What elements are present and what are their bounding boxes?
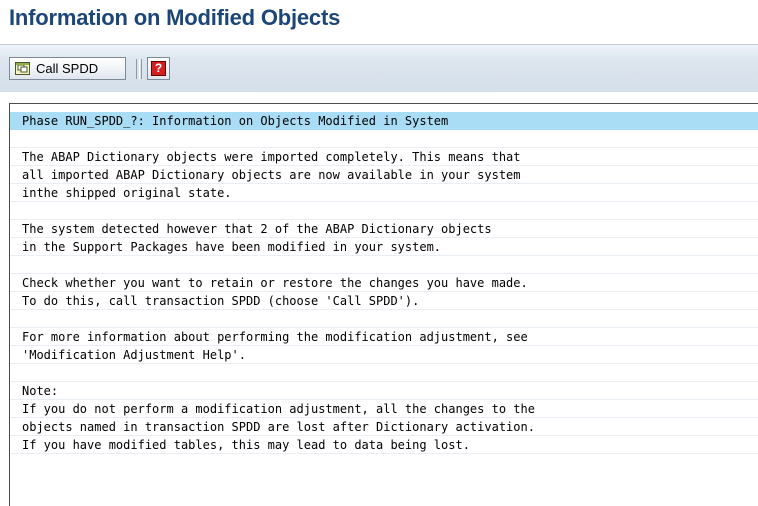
execute-icon bbox=[15, 62, 30, 75]
text-line: The system detected however that 2 of th… bbox=[10, 220, 758, 238]
page-title: Information on Modified Objects bbox=[9, 5, 341, 30]
text-line: inthe shipped original state. bbox=[10, 184, 758, 202]
help-icon: ? bbox=[151, 61, 166, 76]
call-spdd-label: Call SPDD bbox=[36, 61, 99, 76]
text-line: in the Support Packages have been modifi… bbox=[10, 238, 758, 256]
toolbar-separator bbox=[141, 59, 142, 79]
text-line bbox=[10, 202, 758, 220]
info-text-lines: Phase RUN_SPDD_?: Information on Objects… bbox=[10, 112, 758, 454]
text-line: To do this, call transaction SPDD (choos… bbox=[10, 292, 758, 310]
text-line: all imported ABAP Dictionary objects are… bbox=[10, 166, 758, 184]
text-line: objects named in transaction SPDD are lo… bbox=[10, 418, 758, 436]
text-line: If you have modified tables, this may le… bbox=[10, 436, 758, 454]
text-line: 'Modification Adjustment Help'. bbox=[10, 346, 758, 364]
help-button[interactable]: ? bbox=[147, 57, 170, 80]
text-line bbox=[10, 256, 758, 274]
call-spdd-button[interactable]: Call SPDD bbox=[9, 57, 126, 80]
toolbar-separator bbox=[136, 59, 140, 79]
text-line bbox=[10, 130, 758, 148]
text-line: The ABAP Dictionary objects were importe… bbox=[10, 148, 758, 166]
text-line: Check whether you want to retain or rest… bbox=[10, 274, 758, 292]
text-line: Note: bbox=[10, 382, 758, 400]
text-line: If you do not perform a modification adj… bbox=[10, 400, 758, 418]
text-line bbox=[10, 364, 758, 382]
text-line: For more information about performing th… bbox=[10, 328, 758, 346]
text-line bbox=[10, 310, 758, 328]
text-line-selected: Phase RUN_SPDD_?: Information on Objects… bbox=[10, 112, 758, 130]
application-toolbar: Call SPDD ? bbox=[0, 44, 758, 92]
info-text-area: Phase RUN_SPDD_?: Information on Objects… bbox=[9, 103, 758, 506]
